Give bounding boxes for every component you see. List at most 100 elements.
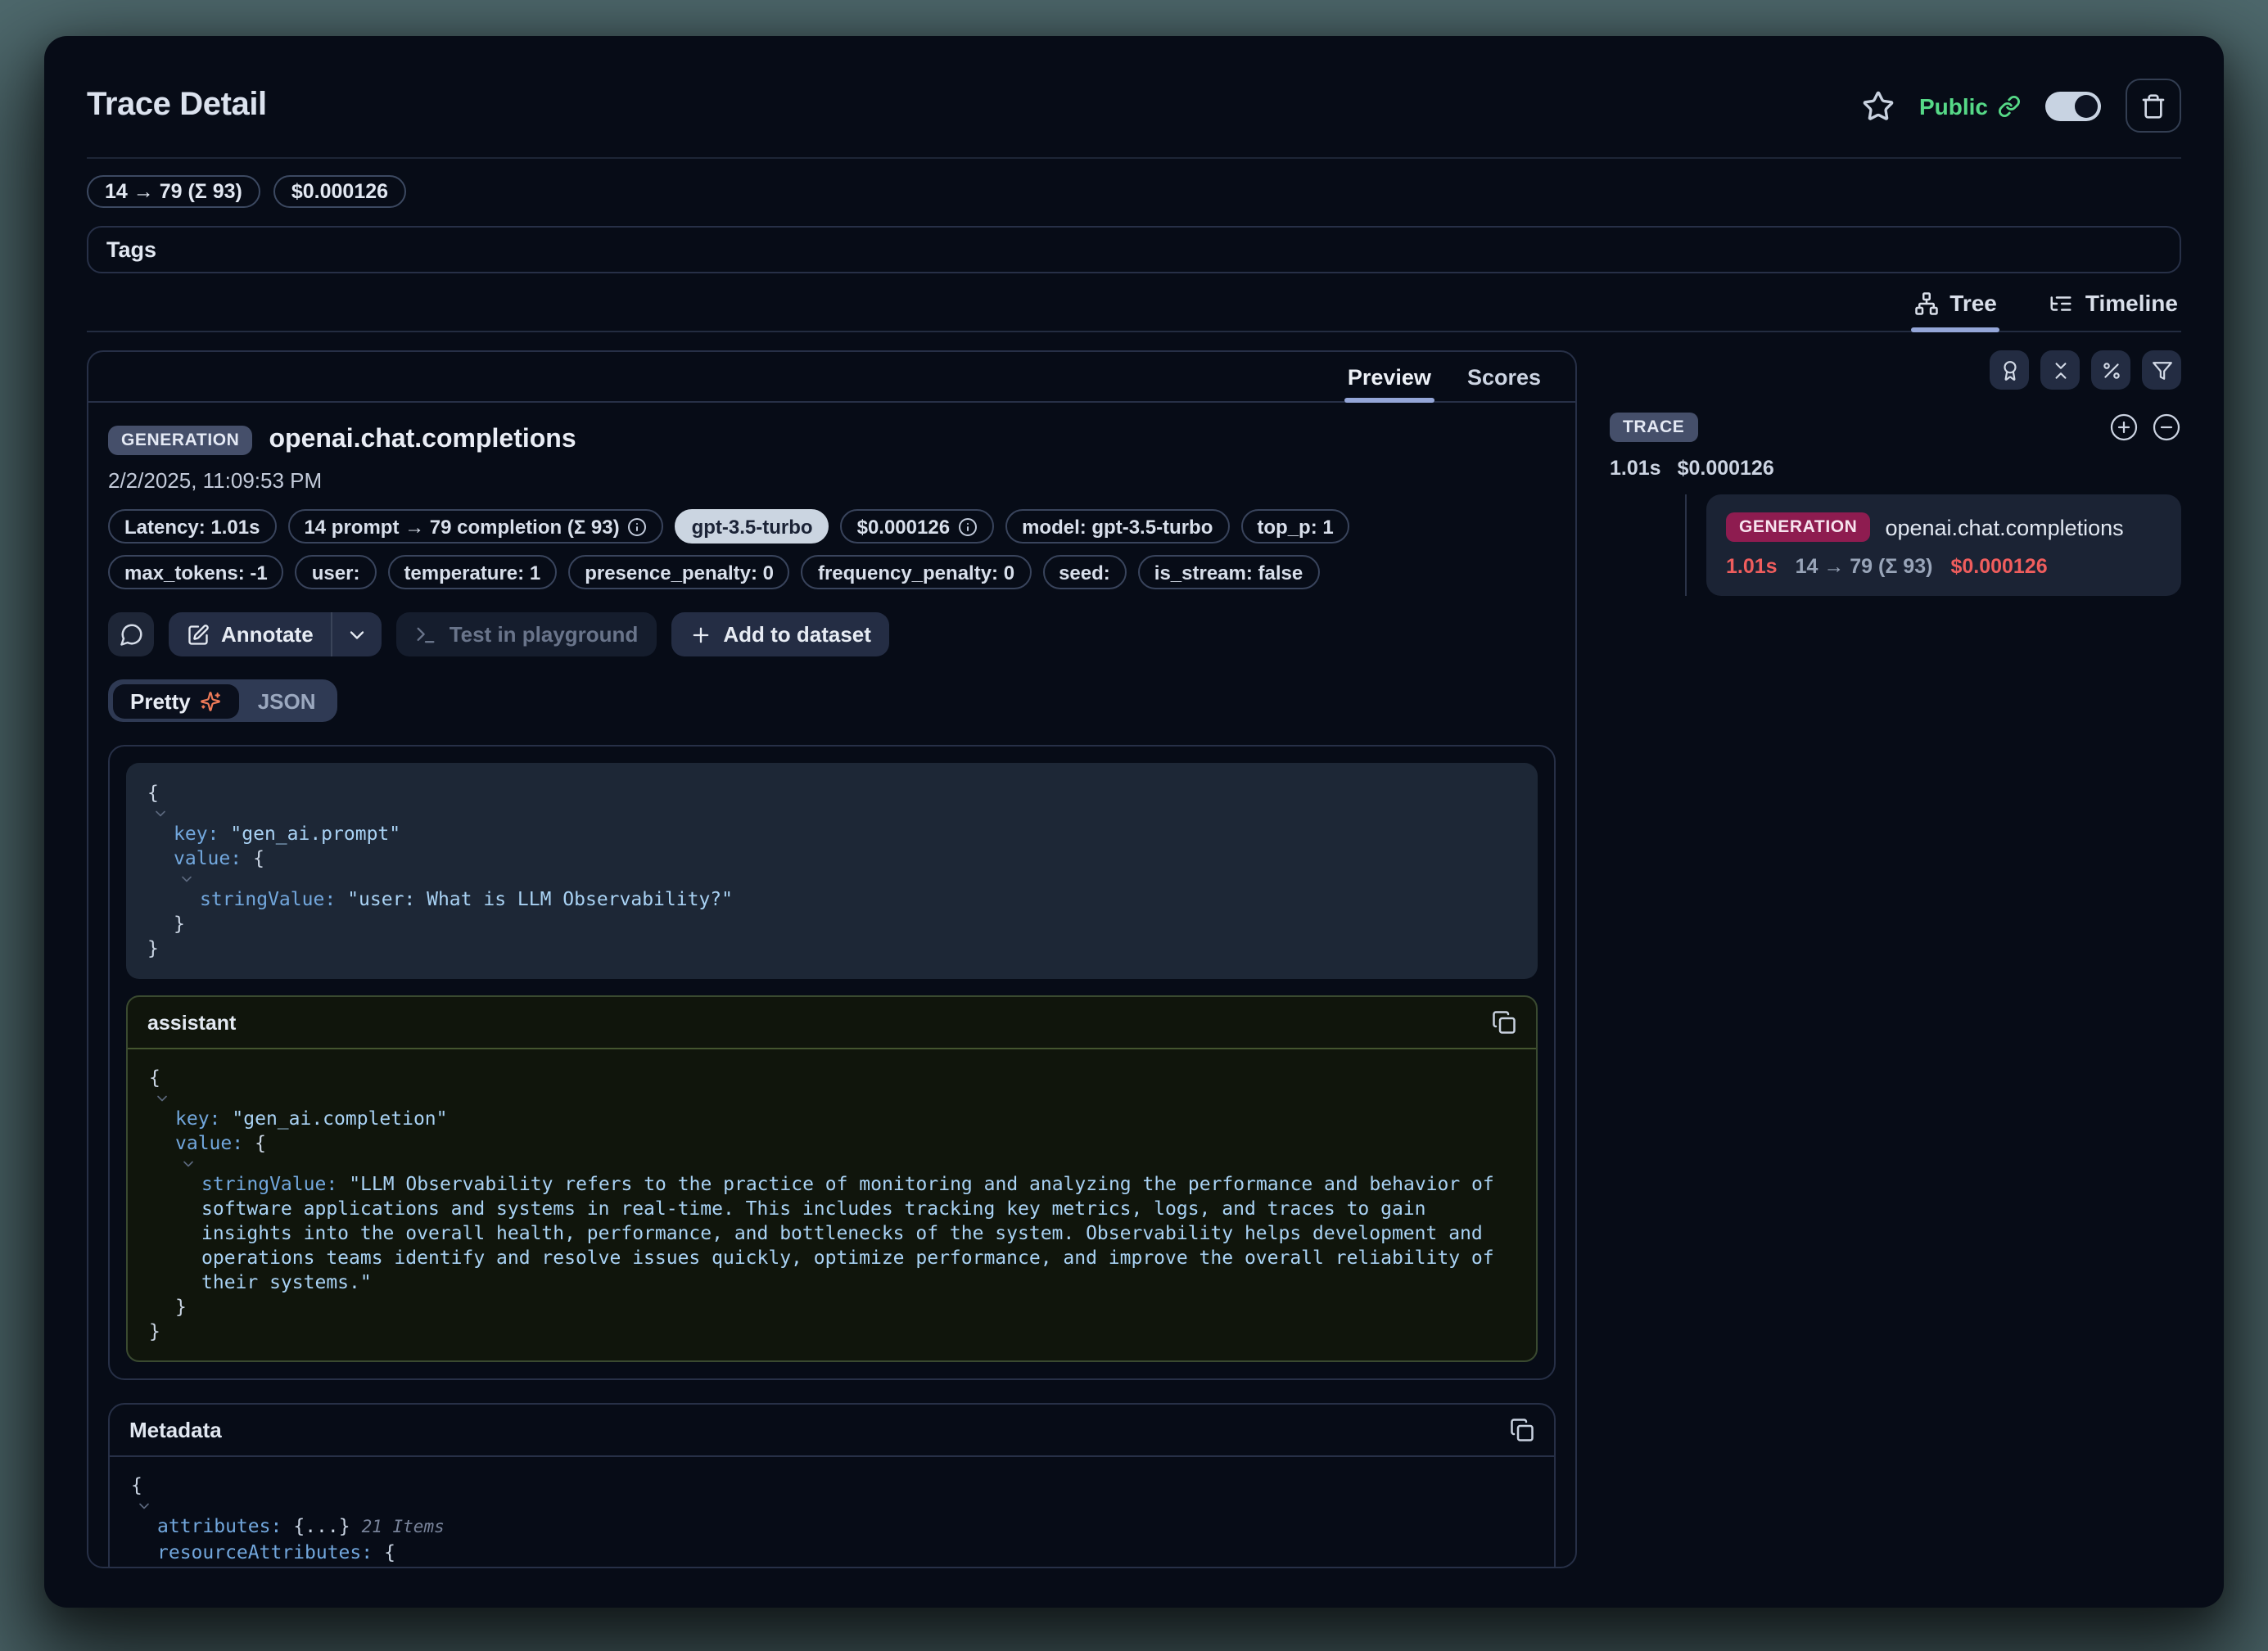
sparkles-icon [201, 690, 222, 711]
tab-timeline-label: Timeline [2085, 290, 2178, 316]
plus-icon [689, 623, 712, 646]
metrics-toggle-button[interactable] [2091, 350, 2130, 390]
completion-json-block: { key:"gen_ai.completion" value:{ string… [128, 1049, 1536, 1360]
info-icon [628, 517, 648, 536]
view-tabs: Tree Timeline [87, 286, 2181, 332]
item-count: 21 Items [362, 1518, 445, 1537]
comment-button[interactable] [108, 612, 154, 656]
annotate-label: Annotate [221, 622, 314, 647]
generation-tree-node[interactable]: GENERATION openai.chat.completions 1.01s… [1706, 494, 2181, 596]
generation-latency: 1.01s [1726, 555, 1778, 578]
add-to-dataset-button[interactable]: Add to dataset [671, 612, 889, 656]
model-param-badge: model: gpt-3.5-turbo [1005, 509, 1229, 544]
public-share-link[interactable]: Public [1919, 92, 2021, 119]
collapse-caret-icon[interactable] [152, 805, 169, 822]
collapse-caret-icon[interactable] [162, 1565, 178, 1567]
trace-children: GENERATION openai.chat.completions 1.01s… [1685, 494, 2181, 596]
temperature-badge: temperature: 1 [387, 555, 557, 589]
zoom-out-icon[interactable] [2152, 413, 2181, 442]
public-label: Public [1919, 92, 1988, 119]
metadata-json-block: { attributes:{...}21 Items resourceAttri… [110, 1457, 1554, 1567]
tree-zoom-controls [2109, 413, 2181, 442]
is-stream-badge: is_stream: false [1138, 555, 1319, 589]
tags-label: Tags [106, 237, 156, 262]
delete-trace-button[interactable] [2126, 79, 2181, 133]
token-usage-badge[interactable]: 14 prompt → 79 completion (Σ 93) [287, 509, 663, 544]
annotate-dropdown-button[interactable] [332, 612, 382, 656]
tab-tree-label: Tree [1949, 290, 1997, 316]
tags-box[interactable]: Tags [87, 226, 2181, 273]
public-toggle[interactable] [2045, 91, 2101, 120]
edit-icon [187, 623, 210, 646]
tree-icon [1913, 291, 1938, 315]
collapsed-object[interactable]: {...} [293, 1514, 350, 1537]
header-actions: Public [1862, 79, 2181, 133]
max-tokens-badge: max_tokens: -1 [108, 555, 284, 589]
tab-scores[interactable]: Scores [1449, 352, 1559, 401]
collapse-caret-icon[interactable] [154, 1090, 170, 1107]
metadata-header-label: Metadata [129, 1418, 222, 1442]
collapse-caret-icon[interactable] [178, 871, 195, 887]
trace-node-badge[interactable]: TRACE [1610, 413, 1697, 442]
json-key: attributes: [157, 1514, 282, 1537]
generation-node-metrics: 1.01s 14 → 79 (Σ 93) $0.000126 [1726, 555, 2162, 578]
trace-detail-window: Trace Detail Public 14 → 79 (Σ 93) [44, 36, 2224, 1608]
toggle-knob [2075, 94, 2098, 117]
json-key: value: [174, 846, 242, 869]
observation-title: openai.chat.completions [269, 426, 576, 455]
json-key: stringValue: [200, 887, 336, 910]
observation-timestamp: 2/2/2025, 11:09:53 PM [108, 468, 1556, 493]
tab-tree[interactable]: Tree [1910, 286, 2000, 331]
cost-badge[interactable]: $0.000126 [841, 509, 994, 544]
collapse-caret-icon[interactable] [180, 1156, 197, 1172]
annotate-button[interactable]: Annotate [169, 612, 332, 656]
format-pretty-button[interactable]: Pretty [112, 683, 240, 718]
filter-button[interactable] [2142, 350, 2181, 390]
model-badge[interactable]: gpt-3.5-turbo [675, 509, 829, 544]
test-in-playground-button[interactable]: Test in playground [397, 612, 657, 656]
terminal-icon [415, 623, 438, 646]
json-value: "LLM Observability refers to the practic… [201, 1172, 1506, 1293]
seed-badge: seed: [1042, 555, 1127, 589]
format-toggle: Pretty JSON [108, 679, 338, 722]
test-in-playground-label: Test in playground [450, 622, 639, 647]
json-key: stringValue: [201, 1172, 337, 1195]
chevron-down-icon [346, 623, 369, 646]
window-header: Trace Detail Public [87, 36, 2181, 133]
star-icon[interactable] [1862, 89, 1895, 122]
copy-icon[interactable] [1492, 1010, 1516, 1035]
tree-toolbar [1610, 350, 2181, 390]
collapse-caret-icon[interactable] [136, 1498, 152, 1514]
observation-panel-body: GENERATION openai.chat.completions 2/2/2… [88, 403, 1575, 1567]
copy-icon[interactable] [1510, 1418, 1534, 1442]
action-buttons: Annotate Test in playground [108, 612, 1556, 656]
json-key: resourceAttributes: [157, 1540, 373, 1563]
trace-tree-root: TRACE [1610, 413, 2181, 442]
filter-icon [2151, 359, 2172, 381]
tab-preview[interactable]: Preview [1330, 352, 1449, 401]
user-badge: user: [296, 555, 377, 589]
scores-toggle-button[interactable] [1990, 350, 2029, 390]
json-label: JSON [258, 688, 316, 713]
observation-badges: Latency: 1.01s 14 prompt → 79 completion… [108, 509, 1492, 589]
percent-icon [2100, 359, 2121, 381]
annotate-split-button: Annotate [169, 612, 382, 656]
presence-penalty-badge: presence_penalty: 0 [568, 555, 790, 589]
panel-tabs: Preview Scores [88, 352, 1575, 403]
generation-node-badge: GENERATION [1726, 512, 1870, 542]
metadata-section: Metadata { attributes:{...}21 Items reso… [108, 1403, 1556, 1567]
collapse-all-button[interactable] [2040, 350, 2080, 390]
format-json-button[interactable]: JSON [240, 683, 334, 718]
trace-badges: 14 → 79 (Σ 93) $0.000126 [87, 175, 2181, 208]
tab-timeline[interactable]: Timeline [2046, 286, 2181, 331]
collapse-vertical-icon [2049, 359, 2071, 381]
header-divider [87, 157, 2181, 159]
observation-type-badge: GENERATION [108, 426, 252, 455]
zoom-in-icon[interactable] [2109, 413, 2139, 442]
assistant-header-label: assistant [147, 1011, 236, 1034]
observation-panel: Preview Scores GENERATION openai.chat.co… [87, 350, 1577, 1568]
page-title: Trace Detail [87, 87, 267, 124]
add-to-dataset-label: Add to dataset [723, 622, 871, 647]
trace-metrics: 1.01s $0.000126 [1610, 457, 2181, 480]
link-icon [1998, 94, 2021, 117]
